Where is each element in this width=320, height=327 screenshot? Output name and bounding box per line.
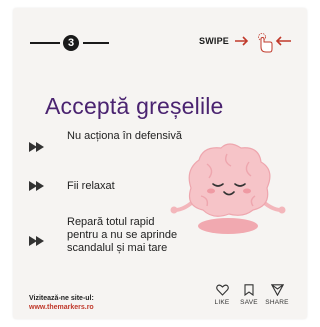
share-icon — [270, 284, 284, 296]
heart-icon — [215, 284, 229, 296]
save-button[interactable]: SAVE — [234, 284, 264, 306]
bullet-arrow-icon — [29, 181, 44, 191]
website-cta: Vizitează-ne site-ul: www.themarkers.ro — [29, 294, 94, 312]
website-link[interactable]: www.themarkers.ro — [29, 303, 94, 312]
step-number-badge: 3 — [63, 35, 79, 51]
arrow-right-icon — [235, 36, 249, 46]
step-line-left — [30, 42, 60, 44]
save-label: SAVE — [240, 299, 258, 306]
swipe-gesture-icon[interactable] — [235, 30, 293, 54]
website-cta-label: Vizitează-ne site-ul: — [29, 295, 94, 302]
swipe-label: SWIPE — [199, 36, 230, 46]
post-card: 3 SWIPE Acceptă greșelile Nu acționa în … — [13, 8, 307, 319]
hand-tap-icon — [258, 33, 273, 53]
bullet-arrow-icon — [29, 142, 44, 152]
step-line-right — [83, 42, 109, 44]
share-label: SHARE — [265, 299, 289, 306]
like-label: LIKE — [214, 299, 230, 306]
bookmark-icon — [244, 284, 254, 296]
brain-illustration — [170, 143, 286, 234]
bullet-arrow-icon — [29, 236, 44, 246]
arrow-left-icon — [275, 36, 291, 46]
share-button[interactable]: SHARE — [262, 284, 292, 306]
page-title: Acceptă greșelile — [45, 93, 224, 119]
like-button[interactable]: LIKE — [207, 284, 237, 306]
